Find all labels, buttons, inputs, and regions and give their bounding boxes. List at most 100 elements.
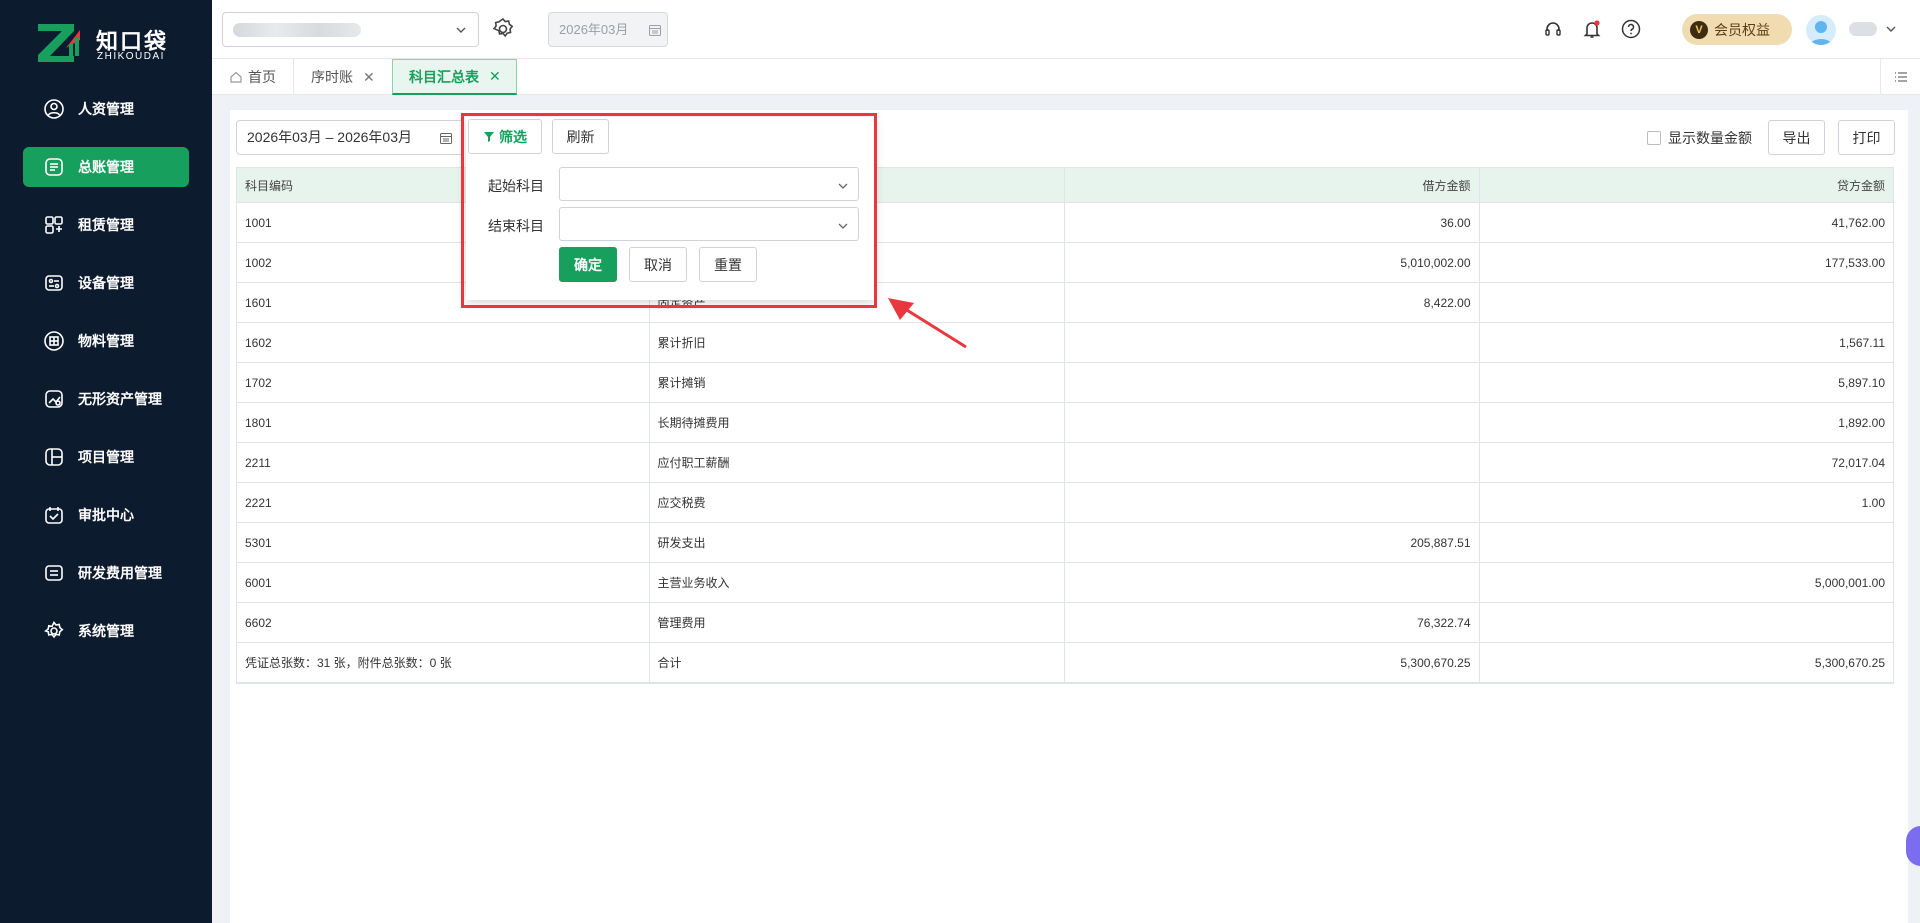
sidebar-item-system[interactable]: 系统管理 bbox=[23, 611, 189, 651]
sidebar-item-label: 无形资产管理 bbox=[78, 391, 162, 407]
table-total-row: 凭证总张数：31 张，附件总张数：0 张合计 5,300,670.25 5,300,… bbox=[237, 643, 1893, 683]
logo-mark-icon bbox=[38, 24, 80, 62]
sidebar-item-approval[interactable]: 审批中心 bbox=[23, 495, 189, 535]
account-code-cell: 1702 bbox=[237, 363, 650, 402]
sidebar-item-material[interactable]: 物料管理 bbox=[23, 321, 189, 361]
filter-popover: 筛选 刷新 起始科目 结束科目 确定 取消 重置 bbox=[466, 117, 874, 300]
credit-amount-cell: 1,567.11 bbox=[1839, 335, 1885, 350]
tab-account-summary[interactable]: 科目汇总表 ✕ bbox=[392, 59, 517, 95]
username-redacted[interactable] bbox=[1849, 22, 1877, 36]
filter-label: 筛选 bbox=[499, 128, 527, 145]
reset-label: 重置 bbox=[714, 256, 742, 273]
account-code-cell: 凭证总张数：31 张，附件总张数：0 张 bbox=[237, 643, 650, 682]
debit-amount-cell bbox=[1065, 363, 1480, 402]
close-icon[interactable]: ✕ bbox=[489, 68, 501, 85]
intangible-asset-icon bbox=[43, 388, 65, 410]
sidebar-item-ledger[interactable]: 总账管理 bbox=[23, 147, 189, 187]
table-row: 5301 研发支出 205,887.51 bbox=[237, 523, 1893, 563]
table-row: 2211 应付职工薪酬 72,017.04 bbox=[237, 443, 1893, 483]
account-code-cell: 2221 bbox=[237, 483, 650, 522]
account-code-cell: 1801 bbox=[237, 403, 650, 442]
tabs-menu-button[interactable] bbox=[1880, 59, 1920, 95]
chevron-down-icon bbox=[838, 183, 848, 189]
vip-icon: V bbox=[1690, 20, 1708, 39]
account-name-cell: 管理费用 bbox=[650, 603, 1065, 642]
tab-home[interactable]: 首页 bbox=[212, 59, 294, 95]
annotation-arrow-icon bbox=[888, 298, 967, 349]
account-name-cell: 合计 bbox=[650, 643, 1065, 682]
debit-amount-cell: 5,010,002.00 bbox=[1065, 243, 1480, 282]
table-row: 6602 管理费用 76,322.74 bbox=[237, 603, 1893, 643]
sidebar-item-equipment[interactable]: 设备管理 bbox=[23, 263, 189, 303]
start-account-label: 起始科目 bbox=[488, 178, 544, 194]
account-name-cell: 长期待摊费用 bbox=[650, 403, 1065, 442]
refresh-button[interactable]: 刷新 bbox=[552, 119, 609, 154]
account-code-cell: 6001 bbox=[237, 563, 650, 602]
print-label: 打印 bbox=[1852, 129, 1881, 146]
debit-amount-cell bbox=[1065, 563, 1480, 602]
avatar[interactable] bbox=[1806, 15, 1836, 45]
sidebar-item-label: 系统管理 bbox=[78, 623, 134, 639]
close-icon[interactable]: ✕ bbox=[363, 69, 375, 86]
credit-amount-cell: 1,892.00 bbox=[1838, 415, 1885, 430]
debit-amount-cell: 5,300,670.25 bbox=[1065, 643, 1480, 682]
debit-amount-cell: 36.00 bbox=[1065, 203, 1480, 242]
confirm-button[interactable]: 确定 bbox=[559, 247, 617, 282]
debit-amount-cell bbox=[1065, 403, 1480, 442]
sidebar-item-label: 研发费用管理 bbox=[78, 565, 162, 581]
bell-icon[interactable] bbox=[1581, 18, 1603, 40]
export-label: 导出 bbox=[1782, 129, 1811, 146]
sidebar-item-label: 人资管理 bbox=[78, 101, 134, 117]
vip-benefits-button[interactable]: V 会员权益 bbox=[1682, 14, 1792, 45]
credit-amount-cell bbox=[1480, 523, 1894, 562]
date-range-picker[interactable]: 2026年03月 – 2026年03月 bbox=[236, 120, 464, 155]
debit-amount-cell bbox=[1065, 323, 1480, 362]
export-button[interactable]: 导出 bbox=[1768, 120, 1825, 155]
settings-gear-icon[interactable] bbox=[490, 16, 516, 42]
sidebar-item-label: 总账管理 bbox=[78, 159, 134, 175]
tab-journal[interactable]: 序时账 ✕ bbox=[294, 59, 404, 95]
refresh-label: 刷新 bbox=[566, 128, 595, 145]
reset-button[interactable]: 重置 bbox=[699, 247, 757, 282]
end-account-select[interactable] bbox=[559, 207, 859, 241]
company-select[interactable] bbox=[222, 12, 479, 47]
sidebar-nav: 人资管理 总账管理 租赁管理 设备管理 物料管理 无形资产管理 项目管理 审批中… bbox=[23, 89, 189, 669]
company-name-redacted bbox=[233, 23, 361, 37]
cancel-button[interactable]: 取消 bbox=[629, 247, 687, 282]
sidebar-item-label: 审批中心 bbox=[78, 507, 134, 523]
chevron-down-icon[interactable] bbox=[1884, 22, 1898, 36]
credit-amount-cell: 72,017.04 bbox=[1831, 455, 1885, 470]
filter-button[interactable]: 筛选 bbox=[468, 119, 542, 154]
list-menu-icon bbox=[1894, 72, 1907, 82]
credit-amount-cell bbox=[1480, 603, 1894, 642]
credit-amount-cell: 5,897.10 bbox=[1838, 375, 1885, 390]
account-code-cell: 2211 bbox=[237, 443, 650, 482]
credit-amount-cell: 41,762.00 bbox=[1831, 215, 1885, 230]
help-icon[interactable] bbox=[1620, 18, 1642, 40]
account-name-cell: 主营业务收入 bbox=[650, 563, 1065, 602]
show-quantity-checkbox[interactable] bbox=[1647, 131, 1661, 145]
debit-amount-cell: 8,422.00 bbox=[1065, 283, 1480, 322]
sidebar-item-hr[interactable]: 人资管理 bbox=[23, 89, 189, 129]
project-icon bbox=[43, 446, 65, 468]
print-button[interactable]: 打印 bbox=[1838, 120, 1895, 155]
chat-bubble-button[interactable] bbox=[1906, 826, 1920, 866]
credit-amount-cell: 1.00 bbox=[1861, 495, 1885, 510]
headset-icon[interactable] bbox=[1542, 18, 1564, 40]
start-account-select[interactable] bbox=[559, 167, 859, 201]
chevron-down-icon bbox=[456, 27, 466, 33]
period-value: 2026年03月 bbox=[559, 22, 629, 37]
gear-icon bbox=[43, 620, 65, 642]
sidebar-item-rd-expense[interactable]: 研发费用管理 bbox=[23, 553, 189, 593]
column-header: 贷方金额 bbox=[1836, 178, 1885, 193]
sidebar-item-lease[interactable]: 租赁管理 bbox=[23, 205, 189, 245]
debit-amount-cell bbox=[1065, 483, 1480, 522]
debit-amount-cell: 205,887.51 bbox=[1065, 523, 1480, 562]
approval-icon bbox=[43, 504, 65, 526]
table-row: 6001 主营业务收入 5,000,001.00 bbox=[237, 563, 1893, 603]
sidebar-item-intangible-assets[interactable]: 无形资产管理 bbox=[23, 379, 189, 419]
table-row: 1702 累计摊销 5,897.10 bbox=[237, 363, 1893, 403]
logo[interactable]: 知口袋 ZHIKOUDAI bbox=[36, 22, 186, 66]
sidebar-item-projects[interactable]: 项目管理 bbox=[23, 437, 189, 477]
sidebar-item-label: 设备管理 bbox=[78, 275, 134, 291]
